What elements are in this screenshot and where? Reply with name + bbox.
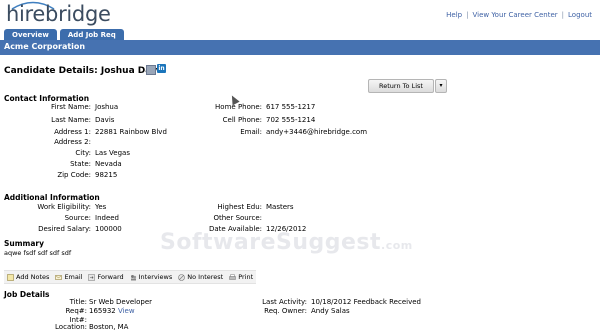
highest-edu-value: Masters: [266, 203, 294, 211]
print-icon: [229, 273, 236, 280]
logout-link[interactable]: Logout: [568, 11, 592, 19]
highest-edu-label: Highest Edu:: [217, 203, 262, 211]
req-number-value: 165932 View: [89, 307, 135, 315]
work-eligibility-value: Yes: [95, 203, 107, 211]
city-value: Las Vegas: [95, 149, 130, 157]
req-owner-label: Req. Owner:: [264, 307, 307, 315]
source-value: Indeed: [95, 214, 120, 222]
req-number-label: Req#:: [65, 307, 87, 315]
other-source-label: Other Source:: [213, 214, 262, 222]
hirebridge-logo[interactable]: hirebridge: [6, 2, 111, 26]
email-label: Email: [64, 273, 83, 281]
link-separator: |: [561, 11, 565, 19]
home-phone-label: Home Phone:: [215, 103, 262, 111]
req-number-text: 165932: [89, 307, 116, 315]
address2-label: Address 2:: [54, 138, 91, 146]
summary-heading: Summary: [4, 239, 45, 248]
envelope-icon: [55, 274, 63, 280]
city-label: City:: [75, 149, 91, 157]
company-name: Acme Corporation: [4, 42, 86, 51]
email-button[interactable]: Email: [52, 273, 85, 281]
more-options-dropdown[interactable]: ▾: [435, 79, 447, 93]
job-title-value: Sr Web Developer: [89, 298, 153, 306]
address1-value: 22881 Rainbow Blvd: [95, 128, 167, 136]
first-name-value: Joshua: [95, 103, 119, 111]
last-activity-label: Last Activity:: [262, 298, 307, 306]
watermark-suffix: .com: [381, 239, 413, 252]
action-toolbar: Add Notes Email Forward Interviews No In…: [4, 270, 257, 284]
email-label: Email:: [240, 128, 262, 136]
desired-salary-label: Desired Salary:: [38, 225, 91, 233]
page-title: Candidate Details: Joshua Davis: [4, 66, 166, 76]
home-phone-value: 617 555-1217: [266, 103, 316, 111]
notes-icon: [7, 273, 14, 281]
summary-text: aqwe fsdf sdf sdf sdf: [4, 249, 72, 257]
company-bar: [0, 40, 600, 55]
zip-label: Zip Code:: [57, 171, 91, 179]
location-value: Boston, MA: [89, 323, 129, 331]
vcard-icon[interactable]: [146, 65, 156, 75]
link-separator: |: [466, 11, 469, 19]
top-links: Help | View Your Career Center | Logout: [446, 11, 592, 19]
no-interest-icon: [178, 273, 186, 281]
state-value: Nevada: [95, 160, 122, 168]
career-center-link[interactable]: View Your Career Center: [472, 11, 557, 19]
watermark-main: SoftwareSuggest: [160, 230, 382, 255]
interviews-label: Interviews: [138, 273, 173, 281]
email-value[interactable]: andy+3446@hirebridge.com: [266, 128, 367, 136]
cell-phone-value: 702 555-1214: [266, 116, 316, 124]
state-label: State:: [70, 160, 91, 168]
no-interest-label: No Interest: [187, 273, 224, 281]
zip-value: 98215: [95, 171, 118, 179]
forward-icon: [88, 273, 96, 281]
interviews-icon: [130, 274, 136, 280]
watermark: SoftwareSuggest.com: [160, 230, 413, 255]
help-link[interactable]: Help: [446, 11, 462, 19]
address1-label: Address 1:: [54, 128, 91, 136]
req-owner-value: Andy Salas: [311, 307, 350, 315]
interviews-button[interactable]: Interviews: [127, 273, 176, 281]
first-name-label: First Name:: [51, 103, 91, 111]
desired-salary-value: 100000: [95, 225, 122, 233]
add-notes-label: Add Notes: [16, 273, 50, 281]
last-activity-value: 10/18/2012 Feedback Received: [311, 298, 421, 306]
location-label: Location:: [55, 323, 87, 331]
return-to-list-button[interactable]: Return To List: [368, 79, 434, 93]
linkedin-icon[interactable]: in: [157, 64, 166, 73]
forward-button[interactable]: Forward: [85, 273, 126, 281]
add-notes-button[interactable]: Add Notes: [4, 273, 52, 281]
cell-phone-label: Cell Phone:: [222, 116, 262, 124]
job-title-label: Title:: [69, 298, 87, 306]
view-req-link[interactable]: View: [118, 307, 135, 315]
last-name-label: Last Name:: [51, 116, 91, 124]
work-eligibility-label: Work Eligibility:: [37, 203, 91, 211]
contact-heading: Contact Information: [4, 94, 90, 103]
additional-heading: Additional Information: [4, 193, 100, 202]
no-interest-button[interactable]: No Interest: [175, 273, 226, 281]
forward-label: Forward: [97, 273, 124, 281]
print-button[interactable]: Print: [226, 273, 256, 281]
source-label: Source:: [64, 214, 91, 222]
last-name-value: Davis: [95, 116, 115, 124]
print-label: Print: [238, 273, 254, 281]
